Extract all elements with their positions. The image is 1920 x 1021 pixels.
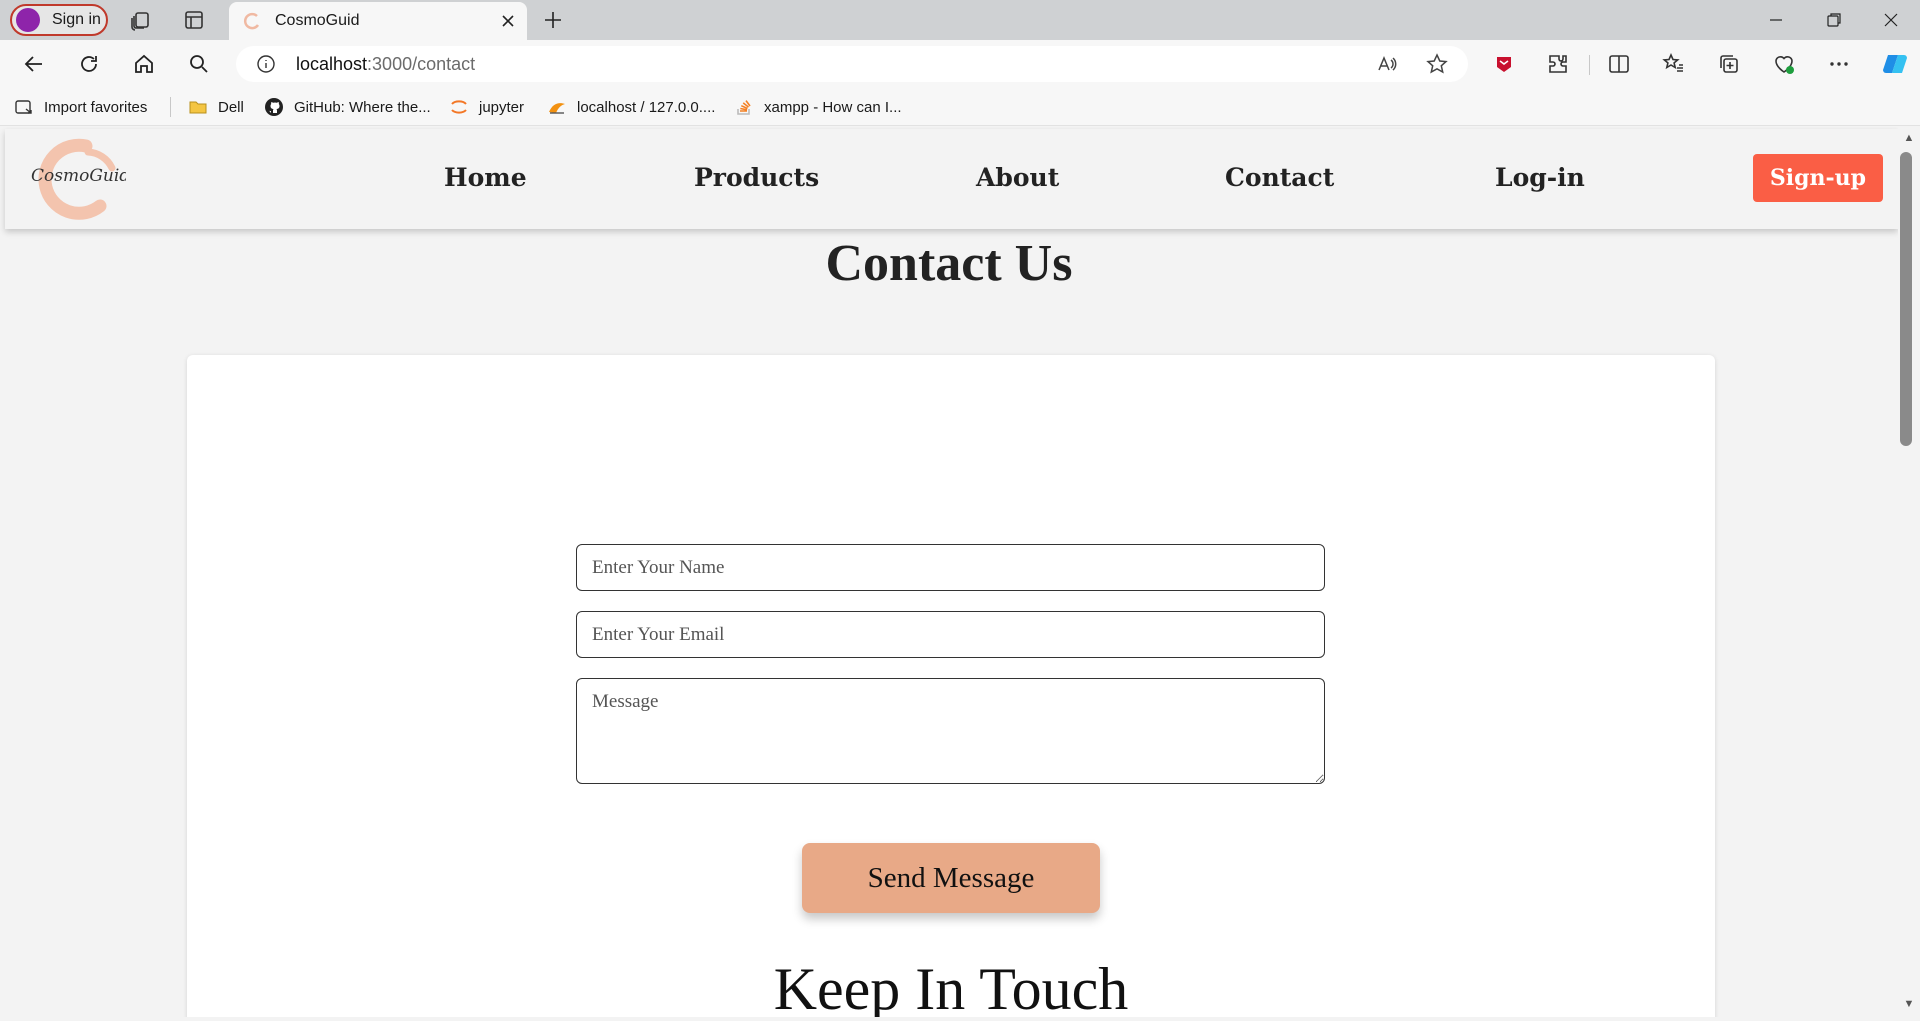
address-path: :3000/contact <box>367 54 476 74</box>
bookmark-label: GitHub: Where the... <box>294 98 431 116</box>
browser-toolbar: localhost:3000/contact <box>0 40 1920 88</box>
profile-label: Sign in <box>52 11 101 28</box>
favorites-icon[interactable] <box>1662 52 1686 76</box>
scroll-down-icon[interactable]: ▼ <box>1898 998 1920 1012</box>
favorite-star-icon[interactable] <box>1426 53 1448 75</box>
nav-home[interactable]: Home <box>444 163 527 192</box>
bookmark-github[interactable]: GitHub: Where the... <box>264 97 431 117</box>
browser-tab-bar: Sign in CosmoGuid <box>0 0 1920 40</box>
bookmark-jupyter[interactable]: jupyter <box>449 97 524 117</box>
home-icon[interactable] <box>132 52 156 76</box>
cosmoguid-logo[interactable]: CosmoGuid <box>28 138 126 220</box>
collections-icon[interactable] <box>1717 52 1741 76</box>
nav-login[interactable]: Log-in <box>1495 163 1585 192</box>
bookmark-import-favorites[interactable]: Import favorites <box>14 97 147 117</box>
bookmark-localhost[interactable]: localhost / 127.0.0.... <box>547 97 715 117</box>
scroll-up-icon[interactable]: ▲ <box>1898 132 1920 146</box>
page-viewport: CosmoGuid Home Products About Contact Lo… <box>0 127 1898 1017</box>
import-favorites-icon <box>15 100 32 114</box>
bookmark-label: Import favorites <box>44 98 148 116</box>
close-window-icon[interactable] <box>1879 8 1903 32</box>
bookmark-label: Dell <box>218 98 244 116</box>
split-screen-icon[interactable] <box>1607 52 1631 76</box>
bookmark-dell[interactable]: Dell <box>188 97 244 117</box>
bookmark-label: jupyter <box>479 98 525 116</box>
bookmark-label: xampp - How can I... <box>764 98 902 116</box>
extensions-icon[interactable] <box>1546 52 1570 76</box>
address-bar[interactable]: localhost:3000/contact <box>236 46 1468 82</box>
email-input[interactable] <box>576 611 1325 658</box>
mcafee-extension-icon[interactable] <box>1492 52 1516 76</box>
restore-icon[interactable] <box>1822 8 1846 32</box>
bookmarks-separator <box>170 97 171 117</box>
profile-button[interactable]: Sign in <box>10 4 108 36</box>
phpmyadmin-icon <box>549 103 565 114</box>
signup-button[interactable]: Sign-up <box>1753 154 1883 202</box>
nav-about[interactable]: About <box>976 163 1059 192</box>
jupyter-icon <box>451 100 467 114</box>
nav-products[interactable]: Products <box>694 163 819 192</box>
address-text: localhost:3000/contact <box>296 54 475 75</box>
toolbar-separator <box>1589 55 1590 75</box>
logo-text: CosmoGuid <box>31 166 126 186</box>
nav-contact[interactable]: Contact <box>1225 163 1334 192</box>
back-icon[interactable] <box>22 52 46 76</box>
bookmarks-bar: Import favorites Dell GitHub: Where the.… <box>0 88 1920 126</box>
keep-in-touch-heading: Keep In Touch <box>773 956 1129 1017</box>
name-input[interactable] <box>576 544 1325 591</box>
browser-essentials-icon[interactable] <box>1772 52 1796 76</box>
cosmoguid-favicon-icon <box>243 12 260 30</box>
minimize-icon[interactable] <box>1764 8 1788 32</box>
tab-title: CosmoGuid <box>275 12 360 29</box>
page-title: Contact Us <box>825 235 1073 292</box>
message-textarea[interactable] <box>576 678 1325 784</box>
address-host: localhost <box>296 54 368 74</box>
workspaces-icon[interactable] <box>129 8 153 32</box>
site-navbar: CosmoGuid Home Products About Contact Lo… <box>5 129 1898 229</box>
copilot-icon[interactable] <box>1880 49 1910 79</box>
close-tab-icon[interactable] <box>499 12 517 30</box>
send-message-button[interactable]: Send Message <box>802 843 1100 913</box>
avatar <box>16 8 40 32</box>
search-icon[interactable] <box>187 52 211 76</box>
vertical-tabs-icon[interactable] <box>182 8 206 32</box>
stackoverflow-icon <box>737 100 751 115</box>
scrollbar-thumb[interactable] <box>1900 152 1912 446</box>
github-icon <box>265 98 283 116</box>
site-info-icon[interactable] <box>256 54 276 74</box>
folder-icon <box>189 101 207 114</box>
bookmark-xampp[interactable]: xampp - How can I... <box>734 97 902 117</box>
read-aloud-icon[interactable] <box>1376 53 1398 75</box>
contact-card: Send Message Keep In Touch <box>187 355 1715 1017</box>
active-tab[interactable]: CosmoGuid <box>229 2 527 40</box>
new-tab-icon[interactable] <box>541 8 565 32</box>
bookmark-label: localhost / 127.0.0.... <box>577 98 716 116</box>
refresh-icon[interactable] <box>77 52 101 76</box>
more-options-icon[interactable] <box>1827 52 1851 76</box>
